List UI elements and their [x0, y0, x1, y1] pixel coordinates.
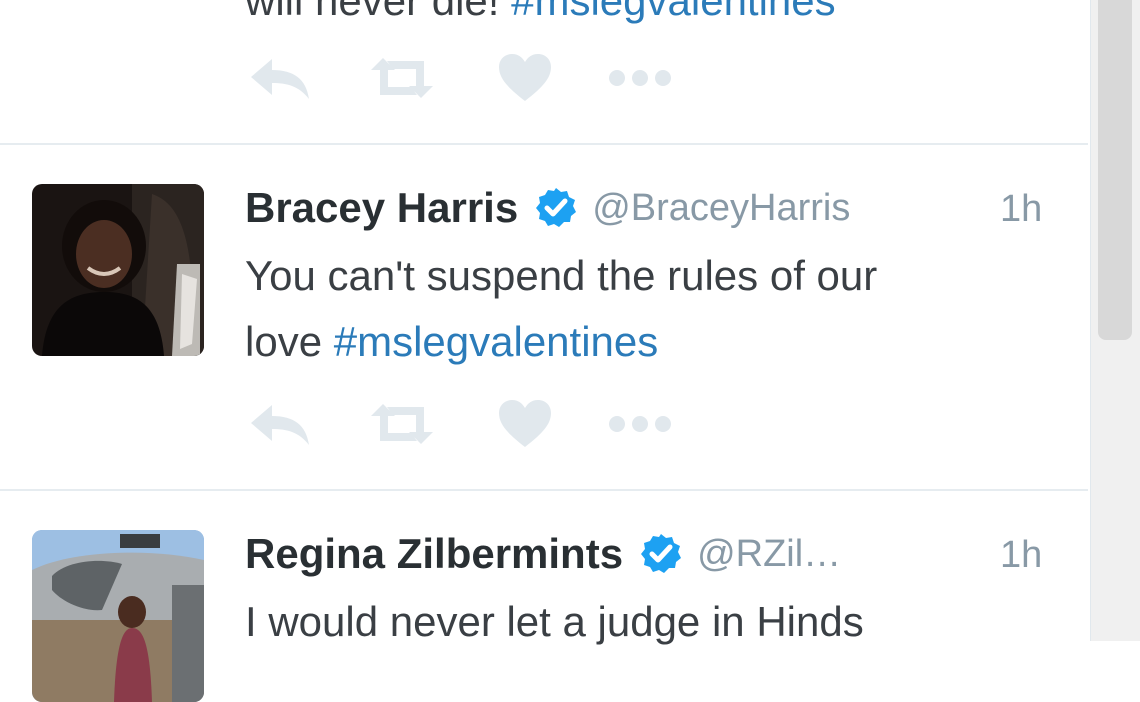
avatar-image — [32, 184, 204, 356]
tweet-timestamp[interactable]: 1h — [1000, 188, 1042, 231]
user-handle[interactable]: @BraceyHarris — [592, 187, 850, 230]
reply-button[interactable] — [245, 50, 315, 106]
like-button[interactable] — [495, 396, 555, 452]
user-handle[interactable]: @RZil… — [697, 533, 841, 576]
more-icon — [609, 70, 671, 86]
tweet-text-line: love — [245, 318, 323, 365]
tweet-header: Regina Zilbermints @RZil… — [245, 526, 841, 582]
like-icon — [499, 54, 551, 101]
like-button[interactable] — [495, 50, 555, 106]
tweet-text: will never die! #mslegvalentines — [245, 0, 836, 34]
like-icon — [499, 400, 551, 447]
reply-icon — [251, 405, 309, 445]
retweet-icon — [371, 58, 433, 98]
reply-button[interactable] — [245, 396, 315, 452]
tweet-text: love #mslegvalentines — [245, 309, 658, 375]
timeline-feed: will never die! #mslegvalentines Bracey … — [0, 0, 1088, 702]
more-button[interactable] — [607, 396, 673, 452]
tweet-actions — [245, 50, 695, 106]
tweet-header: Bracey Harris @BraceyHarris — [245, 180, 850, 236]
scrollbar-thumb[interactable] — [1098, 0, 1132, 340]
tweet-text: I would never let a judge in Hinds — [245, 589, 864, 655]
hashtag-link[interactable]: #mslegvalentines — [334, 318, 659, 365]
tweet-divider — [0, 143, 1088, 145]
avatar[interactable] — [32, 530, 204, 702]
verified-icon — [536, 188, 577, 227]
verified-icon — [641, 534, 682, 573]
avatar[interactable] — [32, 184, 204, 356]
hashtag-link[interactable]: #mslegvalentines — [511, 0, 836, 24]
retweet-button[interactable] — [367, 396, 437, 452]
reply-icon — [251, 59, 309, 99]
user-fullname[interactable]: Regina Zilbermints — [245, 530, 623, 578]
tweet-text-line: will never die! — [245, 0, 500, 24]
retweet-button[interactable] — [367, 50, 437, 106]
verified-badge — [534, 186, 578, 230]
tweet-timestamp[interactable]: 1h — [1000, 534, 1042, 577]
tweet-text: You can't suspend the rules of our — [245, 243, 877, 309]
more-button[interactable] — [607, 50, 673, 106]
verified-badge — [639, 532, 683, 576]
avatar-image — [32, 530, 204, 702]
tweet-text-line: You can't suspend the rules of our — [245, 252, 878, 299]
more-icon — [609, 416, 671, 432]
tweet-text-line: I would never let a judge in Hinds — [245, 598, 864, 645]
retweet-icon — [371, 404, 433, 444]
user-fullname[interactable]: Bracey Harris — [245, 184, 518, 232]
tweet-divider — [0, 489, 1088, 491]
tweet-actions — [245, 396, 695, 452]
